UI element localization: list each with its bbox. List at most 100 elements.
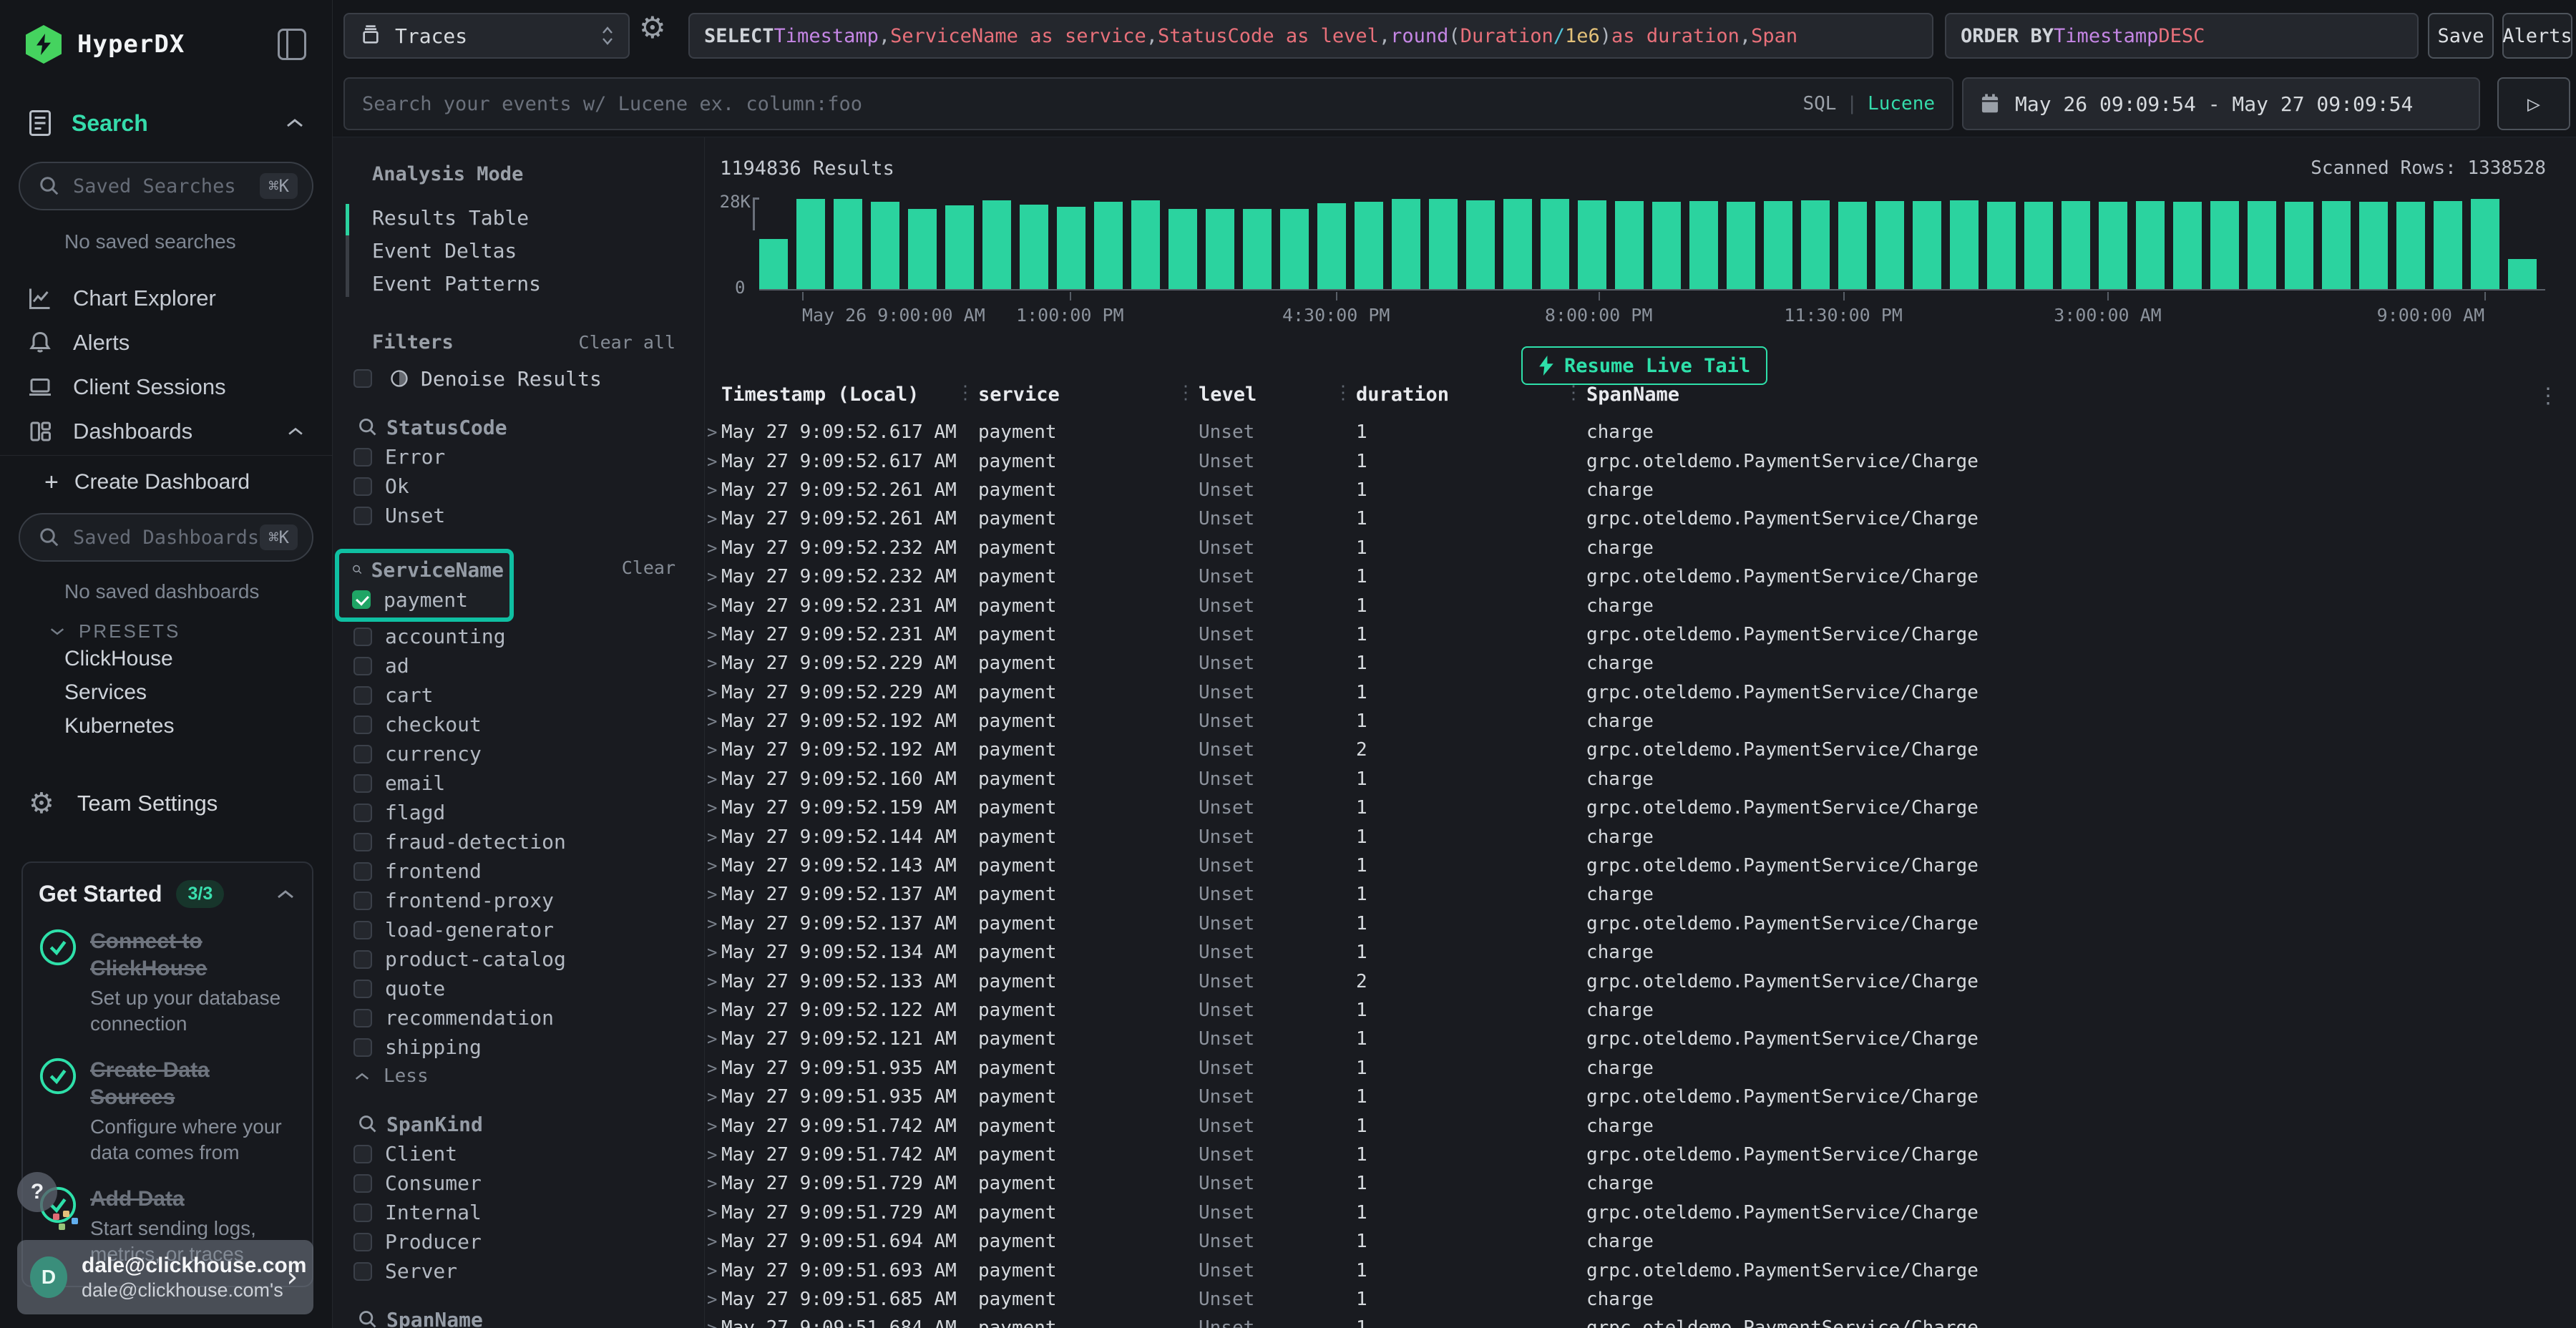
table-row[interactable]: >May 27 9:09:52.137 AMpaymentUnset1grpc.… xyxy=(706,909,2576,938)
checkbox[interactable] xyxy=(353,448,372,467)
filter-option-flagd[interactable]: flagd xyxy=(353,798,675,827)
chevron-up-icon[interactable] xyxy=(275,888,296,901)
filter-option-email[interactable]: email xyxy=(353,768,675,798)
checkbox[interactable] xyxy=(353,1009,372,1027)
sql-toggle[interactable]: SQL xyxy=(1802,93,1836,114)
table-row[interactable]: >May 27 9:09:52.231 AMpaymentUnset1grpc.… xyxy=(706,620,2576,649)
checkbox[interactable] xyxy=(353,980,372,998)
table-row[interactable]: >May 27 9:09:51.693 AMpaymentUnset1grpc.… xyxy=(706,1256,2576,1284)
filter-option-shipping[interactable]: shipping xyxy=(353,1032,675,1062)
table-row[interactable]: >May 27 9:09:52.617 AMpaymentUnset1grpc.… xyxy=(706,446,2576,475)
gear-icon[interactable]: ⚙ xyxy=(639,10,666,45)
row-expand-icon[interactable]: > xyxy=(706,1231,721,1251)
analysis-mode-event-patterns[interactable]: Event Patterns xyxy=(372,267,675,300)
get-started-step[interactable]: Create Data SourcesConfigure where your … xyxy=(39,1057,296,1166)
checkbox[interactable] xyxy=(353,628,372,646)
show-less-toggle[interactable]: Less xyxy=(353,1062,675,1090)
checkbox[interactable] xyxy=(353,921,372,939)
checkbox[interactable] xyxy=(352,590,371,609)
table-row[interactable]: >May 27 9:09:52.143 AMpaymentUnset1grpc.… xyxy=(706,851,2576,880)
table-row[interactable]: >May 27 9:09:51.684 AMpaymentUnset1grpc.… xyxy=(706,1314,2576,1328)
sidebar-item-services[interactable]: Services xyxy=(0,675,332,709)
row-expand-icon[interactable]: > xyxy=(706,942,721,962)
table-row[interactable]: >May 27 9:09:52.192 AMpaymentUnset1charg… xyxy=(706,707,2576,736)
saved-dashboards-search[interactable]: ⌘K xyxy=(19,513,313,562)
filter-option-recommendation[interactable]: recommendation xyxy=(353,1003,675,1032)
checkbox[interactable] xyxy=(353,1174,372,1193)
sidebar-item-client-sessions[interactable]: Client Sessions xyxy=(0,365,332,409)
events-histogram[interactable]: 28K 0 May 26 9:00:00 AM1:00:00 PM4:30:00… xyxy=(759,197,2545,290)
filter-group-header[interactable]: StatusCode xyxy=(358,412,675,442)
create-dashboard-button[interactable]: + Create Dashboard xyxy=(0,456,332,509)
filter-option-frontend-proxy[interactable]: frontend-proxy xyxy=(353,886,675,915)
column-header-duration[interactable]: duration xyxy=(1356,384,1449,406)
table-row[interactable]: >May 27 9:09:51.935 AMpaymentUnset1charg… xyxy=(706,1054,2576,1083)
row-expand-icon[interactable]: > xyxy=(706,856,721,876)
sidebar-item-chart-explorer[interactable]: Chart Explorer xyxy=(0,276,332,321)
filter-option-cart[interactable]: cart xyxy=(353,680,675,710)
row-expand-icon[interactable]: > xyxy=(706,884,721,904)
row-expand-icon[interactable]: > xyxy=(706,740,721,760)
row-expand-icon[interactable]: > xyxy=(706,1116,721,1136)
row-expand-icon[interactable]: > xyxy=(706,538,721,558)
filter-option-product-catalog[interactable]: product-catalog xyxy=(353,944,675,974)
denoise-checkbox[interactable] xyxy=(353,369,372,388)
filter-option-client[interactable]: Client xyxy=(353,1139,675,1168)
checkbox[interactable] xyxy=(353,477,372,496)
filter-option-server[interactable]: Server xyxy=(353,1256,675,1286)
checkbox[interactable] xyxy=(353,862,372,881)
clear-all-button[interactable]: Clear all xyxy=(579,332,675,353)
filter-option-frontend[interactable]: frontend xyxy=(353,856,675,886)
checkbox[interactable] xyxy=(353,1145,372,1163)
checkbox[interactable] xyxy=(353,1204,372,1222)
filter-option-quote[interactable]: quote xyxy=(353,974,675,1003)
table-row[interactable]: >May 27 9:09:52.229 AMpaymentUnset1charg… xyxy=(706,649,2576,678)
saved-searches-search[interactable]: ⌘K xyxy=(19,162,313,210)
row-expand-icon[interactable]: > xyxy=(706,596,721,616)
analysis-mode-event-deltas[interactable]: Event Deltas xyxy=(372,234,675,267)
table-row[interactable]: >May 27 9:09:52.232 AMpaymentUnset1charg… xyxy=(706,534,2576,562)
run-query-button[interactable]: ▷ xyxy=(2497,77,2570,130)
row-expand-icon[interactable]: > xyxy=(706,769,721,789)
analysis-mode-results-table[interactable]: Results Table xyxy=(372,201,675,234)
sidebar-item-clickhouse[interactable]: ClickHouse xyxy=(0,642,332,675)
filter-option-fraud-detection[interactable]: fraud-detection xyxy=(353,827,675,856)
table-row[interactable]: >May 27 9:09:52.122 AMpaymentUnset1charg… xyxy=(706,996,2576,1025)
sidebar-item-alerts[interactable]: Alerts xyxy=(0,321,332,365)
table-row[interactable]: >May 27 9:09:52.159 AMpaymentUnset1grpc.… xyxy=(706,794,2576,822)
sidebar-item-dashboards[interactable]: Dashboards xyxy=(0,409,332,454)
event-search-input[interactable] xyxy=(362,93,1802,115)
row-expand-icon[interactable]: > xyxy=(706,1261,721,1281)
checkbox[interactable] xyxy=(353,507,372,525)
row-expand-icon[interactable]: > xyxy=(706,1087,721,1107)
filter-option-checkout[interactable]: checkout xyxy=(353,710,675,739)
row-expand-icon[interactable]: > xyxy=(706,711,721,731)
checkbox[interactable] xyxy=(353,745,372,763)
row-expand-icon[interactable]: > xyxy=(706,451,721,472)
alerts-button[interactable]: Alerts xyxy=(2502,13,2572,59)
checkbox[interactable] xyxy=(353,1262,372,1281)
sidebar-item-kubernetes[interactable]: Kubernetes xyxy=(0,709,332,743)
column-header-level[interactable]: level xyxy=(1199,384,1257,406)
row-expand-icon[interactable]: > xyxy=(706,1318,721,1328)
filter-group-header[interactable]: SpanKind xyxy=(358,1109,675,1139)
filter-option-payment[interactable]: payment xyxy=(352,585,504,615)
checkbox[interactable] xyxy=(353,1233,372,1251)
table-row[interactable]: >May 27 9:09:52.232 AMpaymentUnset1grpc.… xyxy=(706,562,2576,591)
lucene-toggle[interactable]: Lucene xyxy=(1868,93,1935,114)
sql-orderby-input[interactable]: ORDER BY Timestamp DESC xyxy=(1945,13,2419,59)
presets-toggle[interactable]: PRESETS xyxy=(0,620,332,642)
table-row[interactable]: >May 27 9:09:52.121 AMpaymentUnset1grpc.… xyxy=(706,1025,2576,1053)
get-started-header[interactable]: Get Started 3/3 xyxy=(39,880,296,908)
table-row[interactable]: >May 27 9:09:52.229 AMpaymentUnset1grpc.… xyxy=(706,678,2576,707)
table-row[interactable]: >May 27 9:09:51.729 AMpaymentUnset1grpc.… xyxy=(706,1198,2576,1227)
chevron-up-icon[interactable] xyxy=(286,426,305,437)
filter-option-error[interactable]: Error xyxy=(353,442,675,472)
column-drag-handle[interactable]: ⋮ xyxy=(1334,382,1352,404)
sql-select-input[interactable]: SELECT Timestamp, ServiceName as service… xyxy=(688,13,1933,59)
filter-option-producer[interactable]: Producer xyxy=(353,1227,675,1256)
row-expand-icon[interactable]: > xyxy=(706,1145,721,1165)
table-row[interactable]: >May 27 9:09:51.935 AMpaymentUnset1grpc.… xyxy=(706,1083,2576,1111)
table-row[interactable]: >May 27 9:09:52.144 AMpaymentUnset1charg… xyxy=(706,822,2576,851)
sidebar-item-team-settings[interactable]: ⚙ Team Settings xyxy=(0,787,332,820)
